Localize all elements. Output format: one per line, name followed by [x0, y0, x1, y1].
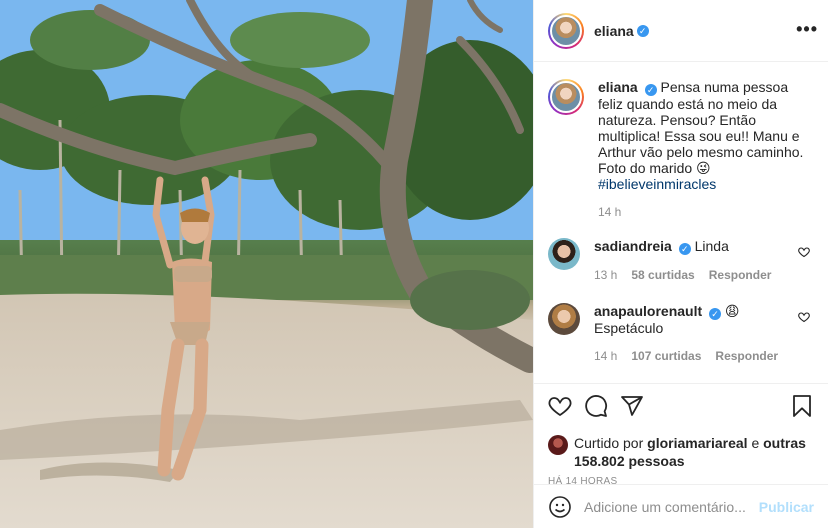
liked-by: Curtido por gloriamariareal e outras 158…: [548, 434, 814, 470]
caption-meta: 14 h: [598, 204, 812, 220]
caption-hashtag[interactable]: #ibelieveinmiracles: [598, 176, 812, 192]
commenter-avatar[interactable]: [548, 303, 580, 335]
liker-avatar[interactable]: [548, 435, 568, 455]
comment-username[interactable]: sadiandreia: [594, 238, 672, 254]
heart-icon[interactable]: [548, 394, 572, 418]
comment-meta: 13 h 58 curtidas Responder: [594, 267, 808, 283]
reply-button[interactable]: Responder: [715, 348, 778, 364]
verified-badge-icon: ✓: [678, 243, 691, 255]
comment-username[interactable]: anapaulorenault: [594, 303, 702, 319]
comment-like-heart-icon[interactable]: [798, 311, 810, 323]
post-header: eliana ✓ •••: [534, 0, 828, 62]
comment-time[interactable]: 13 h: [594, 267, 617, 283]
comment-input[interactable]: Adicione um comentário...: [584, 499, 759, 515]
comment-like-heart-icon[interactable]: [798, 246, 810, 258]
comment-time[interactable]: 14 h: [594, 348, 617, 364]
author-avatar[interactable]: [548, 12, 584, 49]
comment-icon[interactable]: [584, 394, 608, 418]
add-comment-bar: Adicione um comentário... Publicar: [534, 484, 828, 528]
liked-by-user[interactable]: gloriamariareal: [647, 435, 747, 451]
comment-emoji: 😩: [724, 303, 740, 319]
avatar-image: [550, 81, 582, 113]
bookmark-icon[interactable]: [790, 394, 814, 418]
caption-time[interactable]: 14 h: [598, 204, 621, 220]
comment-item: anapaulorenault ✓ 😩 Espetáculo 14 h 107 …: [548, 303, 814, 364]
comment-likes[interactable]: 107 curtidas: [631, 348, 701, 364]
author-username[interactable]: eliana: [594, 23, 634, 39]
send-icon[interactable]: [620, 394, 644, 418]
comment-text: Linda: [694, 238, 729, 254]
comment-meta: 14 h 107 curtidas Responder: [594, 348, 808, 364]
commenter-avatar[interactable]: [548, 238, 580, 270]
avatar-image: [550, 14, 582, 47]
caption-author-avatar[interactable]: [548, 79, 584, 115]
action-icons: [548, 394, 814, 418]
verified-badge-icon: ✓: [644, 84, 657, 96]
liked-by-prefix: Curtido por: [574, 435, 644, 451]
verified-badge-icon: ✓: [636, 24, 649, 37]
caption-username[interactable]: eliana: [598, 79, 638, 95]
post-sidebar: eliana ✓ ••• eliana ✓ Pensa numa pessoa …: [533, 0, 828, 528]
comment-text: Espetáculo: [594, 320, 664, 336]
reply-button[interactable]: Responder: [709, 267, 772, 283]
emoji-icon[interactable]: [548, 495, 572, 519]
publish-button[interactable]: Publicar: [759, 499, 814, 515]
comment-item: sadiandreia ✓ Linda 13 h 58 curtidas Res…: [548, 238, 814, 283]
post-actions: Curtido por gloriamariareal e outras 158…: [534, 383, 828, 487]
comment-likes[interactable]: 58 curtidas: [631, 267, 694, 283]
instagram-post: eliana ✓ ••• eliana ✓ Pensa numa pessoa …: [0, 0, 828, 528]
post-photo[interactable]: [0, 0, 533, 528]
verified-badge-icon: ✓: [709, 308, 722, 320]
comments-section: eliana ✓ Pensa numa pessoa feliz quando …: [534, 63, 828, 383]
caption: eliana ✓ Pensa numa pessoa feliz quando …: [548, 79, 814, 220]
beach-scene-illustration: [0, 0, 533, 528]
more-horizontal-icon[interactable]: •••: [796, 20, 818, 38]
liked-by-middle: e: [751, 435, 760, 451]
